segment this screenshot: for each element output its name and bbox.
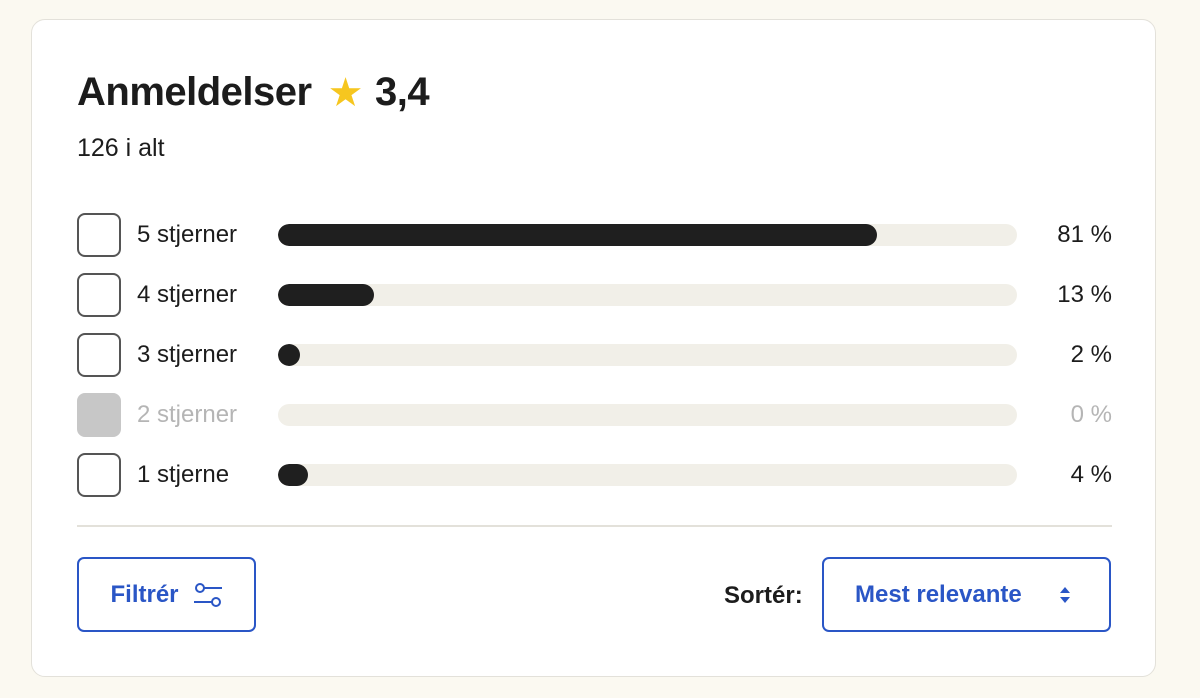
rating-percent-4: 13 % <box>1057 281 1112 308</box>
rating-bar-track-4 <box>278 284 1017 306</box>
rating-checkbox-5[interactable] <box>77 213 121 257</box>
rating-bar-track-3 <box>278 344 1017 366</box>
rating-bar-track-5 <box>278 224 1017 246</box>
rating-percent-3: 2 % <box>1070 341 1112 368</box>
rating-checkbox-4[interactable] <box>77 273 121 317</box>
rating-distribution: 5 stjerner 81 % 4 stjerner 13 % 3 stjern… <box>77 205 1112 505</box>
rating-label-2: 2 stjerner <box>137 401 238 428</box>
sort-arrows-icon <box>1060 587 1070 603</box>
reviews-card: Anmeldelser ★ 3,4 126 i alt 5 stjerner 8… <box>31 19 1156 677</box>
filter-button-label: Filtrér <box>110 580 179 608</box>
reviews-heading: Anmeldelser ★ 3,4 <box>77 70 430 115</box>
sliders-icon <box>193 582 222 607</box>
rating-label-4: 4 stjerner <box>137 281 238 308</box>
rating-bar-fill-3 <box>278 344 300 366</box>
rating-row-5[interactable]: 5 stjerner 81 % <box>77 205 1112 265</box>
rating-checkbox-2 <box>77 393 121 437</box>
rating-percent-5: 81 % <box>1057 221 1112 248</box>
rating-label-1: 1 stjerne <box>137 461 230 488</box>
rating-row-3[interactable]: 3 stjerner 2 % <box>77 325 1112 385</box>
sort-select[interactable]: Mest relevante <box>822 557 1111 632</box>
reviews-title: Anmeldelser <box>77 70 312 114</box>
rating-label-5: 5 stjerner <box>137 221 238 248</box>
rating-percent-1: 4 % <box>1070 461 1112 488</box>
filter-button[interactable]: Filtrér <box>77 557 256 632</box>
rating-percent-2: 0 % <box>1070 401 1112 428</box>
rating-row-4[interactable]: 4 stjerner 13 % <box>77 265 1112 325</box>
sort-label: Sortér: <box>724 582 803 609</box>
rating-bar-fill-5 <box>278 224 877 246</box>
sort-select-value: Mest relevante <box>855 580 1022 608</box>
rating-label-3: 3 stjerner <box>137 341 238 368</box>
rating-bar-track-1 <box>278 464 1017 486</box>
rating-checkbox-1[interactable] <box>77 453 121 497</box>
rating-row-1[interactable]: 1 stjerne 4 % <box>77 445 1112 505</box>
review-count: 126 i alt <box>77 134 165 162</box>
divider <box>77 525 1112 527</box>
average-rating: 3,4 <box>374 70 430 114</box>
rating-bar-fill-1 <box>278 464 308 486</box>
star-icon: ★ <box>327 70 364 115</box>
rating-checkbox-3[interactable] <box>77 333 121 377</box>
rating-bar-fill-4 <box>278 284 374 306</box>
rating-row-2: 2 stjerner 0 % <box>77 385 1112 445</box>
rating-bar-track-2 <box>278 404 1017 426</box>
